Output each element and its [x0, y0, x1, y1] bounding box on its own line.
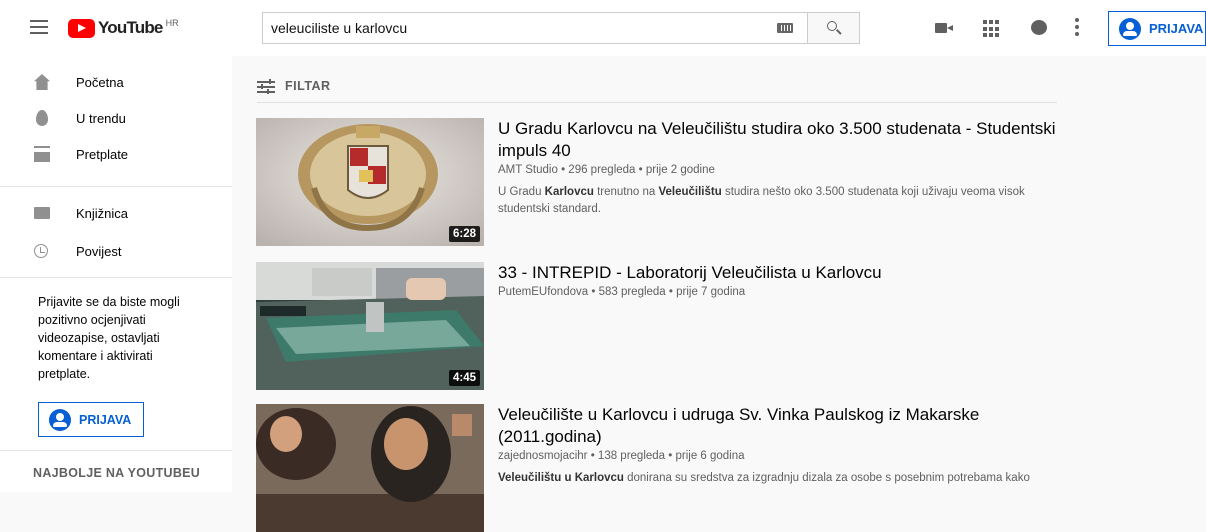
video-meta: PutemEUfondova • 583 pregleda • prije 7 …: [498, 286, 746, 298]
apps-grid-icon[interactable]: [983, 18, 1003, 38]
channel-name[interactable]: PutemEUfondova: [498, 286, 588, 298]
keyboard-icon[interactable]: [777, 23, 793, 33]
masthead: YouTube HR PRIJAVA: [0, 0, 1206, 56]
views-date: 296 pregleda • prije 2 godine: [568, 164, 715, 176]
trending-icon: [36, 110, 48, 126]
sidebar-signin-button[interactable]: PRIJAVA: [38, 402, 144, 437]
sidebar-item-subscriptions[interactable]: Pretplate: [0, 136, 232, 172]
video-info: U Gradu Karlovcu na Veleučilištu studira…: [498, 118, 1058, 218]
sidebar-item-trending[interactable]: U trendu: [0, 100, 232, 136]
search-box: [262, 12, 808, 44]
account-icon: [49, 408, 71, 431]
video-duration: 4:45: [448, 370, 480, 386]
menu-icon[interactable]: [30, 20, 48, 34]
more-options-icon[interactable]: [1073, 18, 1081, 38]
sidebar: Početna U trendu Pretplate Knjižnica Pov…: [0, 56, 232, 492]
video-meta: zajednosmojacihr • 138 pregleda • prije …: [498, 450, 745, 462]
search-input[interactable]: [271, 13, 751, 43]
sidebar-divider: [0, 277, 232, 278]
section-heading: NAJBOLJE NA YOUTUBEU: [33, 466, 201, 480]
account-icon: [1119, 17, 1141, 40]
messages-icon[interactable]: [1030, 18, 1050, 38]
library-icon: [34, 207, 50, 219]
sidebar-item-label: U trendu: [76, 110, 126, 126]
sidebar-item-label: Povijest: [76, 243, 122, 259]
filter-button[interactable]: FILTAR: [257, 76, 331, 96]
subscriptions-icon: [34, 146, 50, 162]
search-button[interactable]: [808, 12, 860, 44]
views-date: 138 pregleda • prije 6 godina: [597, 450, 745, 462]
create-video-icon[interactable]: [935, 18, 955, 38]
channel-name[interactable]: AMT Studio: [498, 164, 558, 176]
video-meta: AMT Studio • 296 pregleda • prije 2 godi…: [498, 164, 715, 176]
sidebar-item-home[interactable]: Početna: [0, 64, 232, 100]
video-info: Veleučilište u Karlovcu i udruga Sv. Vin…: [498, 404, 1058, 487]
sidebar-item-label: Početna: [76, 74, 124, 90]
signin-label: PRIJAVA: [79, 412, 132, 427]
sidebar-item-library[interactable]: Knjižnica: [0, 195, 232, 231]
video-result[interactable]: 6:28 U Gradu Karlovcu na Veleučilištu st…: [256, 118, 1076, 248]
video-title[interactable]: Veleučilište u Karlovcu i udruga Sv. Vin…: [498, 404, 1058, 448]
filter-icon: [257, 78, 275, 94]
signin-button[interactable]: PRIJAVA: [1108, 11, 1206, 46]
sidebar-divider: [0, 186, 232, 187]
filter-divider: [257, 102, 1057, 103]
video-description: Veleučilištu u Karlovcu donirana su sred…: [498, 472, 1030, 484]
video-description: U Gradu Karlovcu trenutno na Veleučilišt…: [498, 186, 1025, 215]
youtube-logo[interactable]: YouTube HR: [68, 17, 179, 39]
filter-label: FILTAR: [285, 79, 331, 93]
home-icon: [34, 74, 50, 90]
history-icon: [34, 244, 48, 258]
sidebar-item-label: Knjižnica: [76, 205, 129, 221]
video-result[interactable]: Veleučilište u Karlovcu i udruga Sv. Vin…: [256, 404, 1076, 532]
logo-text: YouTube: [98, 18, 163, 37]
thumbnail-image: [256, 404, 484, 532]
youtube-play-icon: [68, 18, 95, 38]
sidebar-item-history[interactable]: Povijest: [0, 233, 232, 269]
video-title[interactable]: 33 - INTREPID - Laboratorij Veleučilista…: [498, 262, 1058, 284]
video-result[interactable]: 4:45 33 - INTREPID - Laboratorij Veleuči…: [256, 262, 1076, 392]
video-info: 33 - INTREPID - Laboratorij Veleučilista…: [498, 262, 1058, 298]
video-title[interactable]: U Gradu Karlovcu na Veleučilištu studira…: [498, 118, 1058, 162]
signin-label: PRIJAVA: [1149, 21, 1204, 36]
video-thumbnail[interactable]: 4:45: [256, 262, 484, 390]
signin-note: Prijavite se da biste mogli pozitivno oc…: [38, 295, 180, 381]
channel-name[interactable]: zajednosmojacihr: [498, 450, 588, 462]
sidebar-item-label: Pretplate: [76, 146, 129, 162]
views-date: 583 pregleda • prije 7 godina: [598, 286, 746, 298]
sidebar-divider: [0, 450, 232, 451]
logo-region: HR: [165, 18, 179, 28]
video-thumbnail[interactable]: 6:28: [256, 118, 484, 246]
search-icon: [827, 21, 837, 31]
video-duration: 6:28: [448, 226, 480, 242]
video-thumbnail[interactable]: [256, 404, 484, 532]
